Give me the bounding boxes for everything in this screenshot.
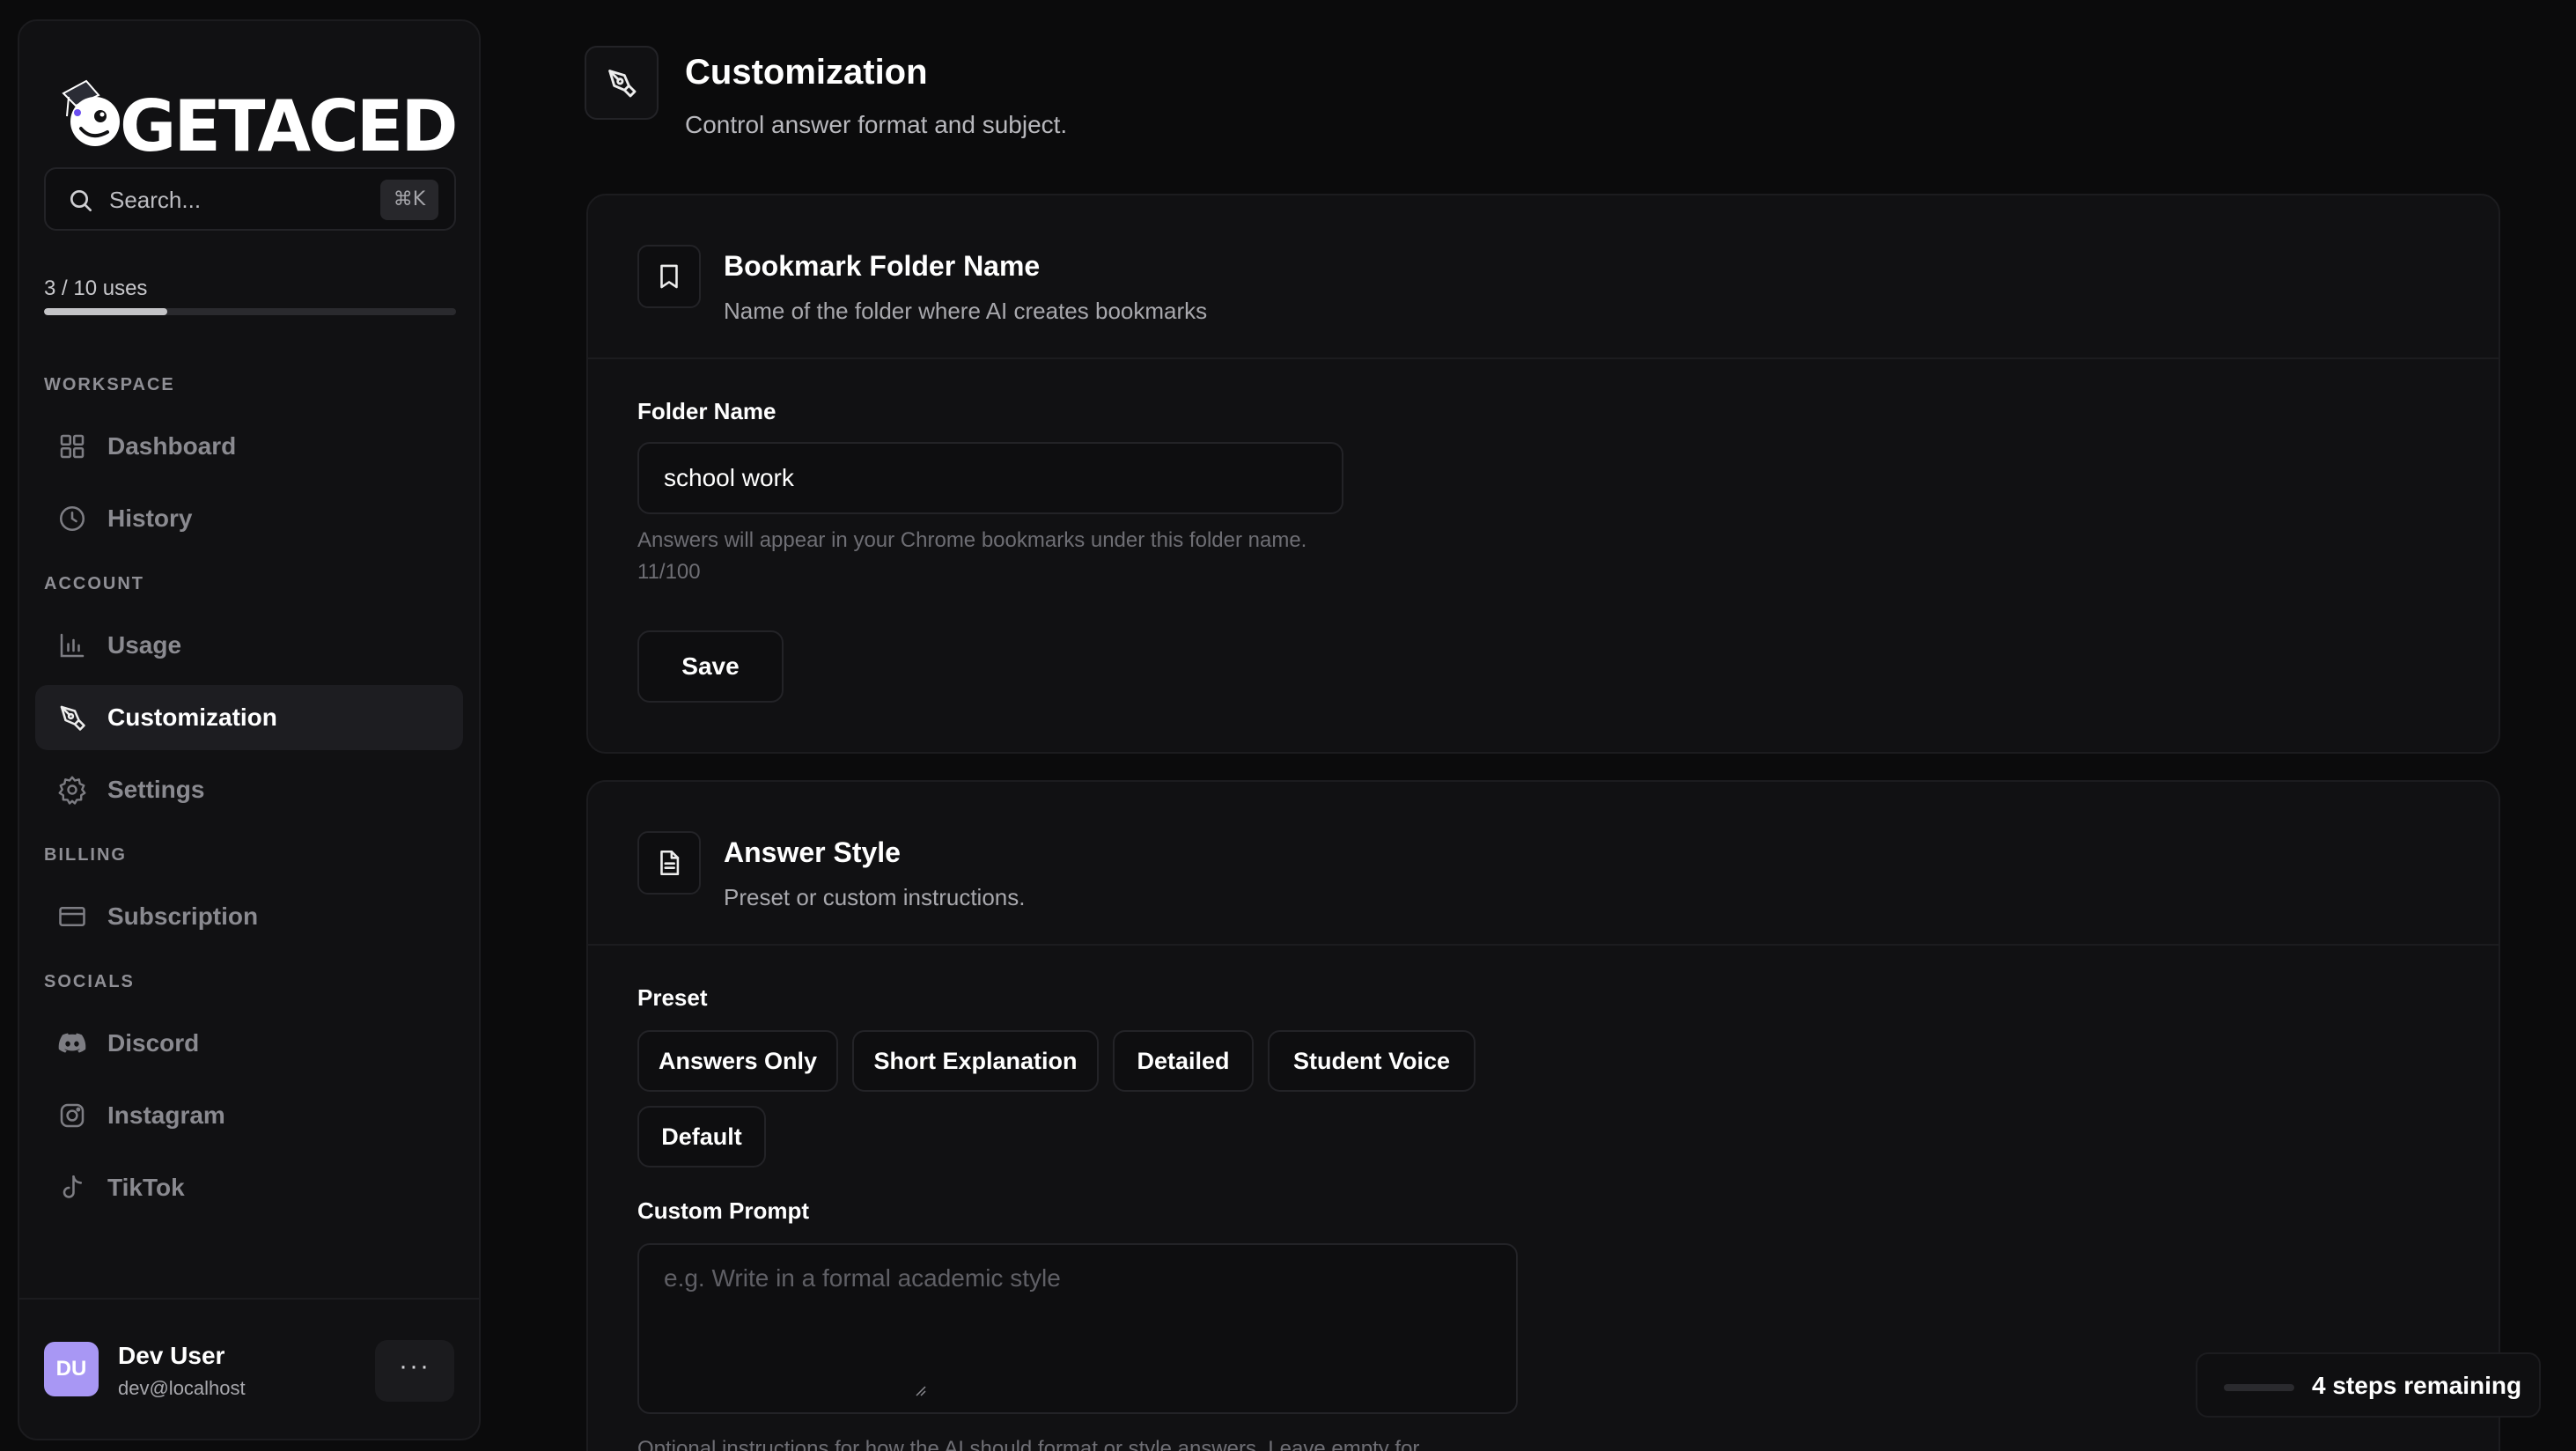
pen-tool-icon <box>608 70 637 98</box>
clock-icon <box>59 505 85 532</box>
search-shortcut-badge: ⌘K <box>380 180 438 220</box>
card-header: Bookmark Folder Name Name of the folder … <box>588 195 2499 359</box>
preset-detailed[interactable]: Detailed <box>1113 1030 1254 1092</box>
page-subtitle: Control answer format and subject. <box>685 111 1068 138</box>
folder-name-char-count: 11/100 <box>637 560 701 584</box>
card-header: Answer Style Preset or custom instructio… <box>588 782 2499 946</box>
steps-remaining-label: 4 steps remaining <box>2312 1372 2522 1399</box>
section-label-socials: SOCIALS <box>44 972 135 991</box>
card-title: Answer Style <box>724 836 901 868</box>
preset-default[interactable]: Default <box>637 1106 766 1167</box>
bar-chart-icon <box>60 633 85 658</box>
sidebar-item-discord[interactable]: Discord <box>35 1011 463 1076</box>
pen-tool-icon <box>60 705 85 731</box>
section-label-account: ACCOUNT <box>44 574 144 593</box>
preset-answers-only[interactable]: Answers Only <box>637 1030 838 1092</box>
gear-icon <box>58 776 86 805</box>
usage-count-label: 3 / 10 uses <box>44 276 148 300</box>
custom-prompt-textarea[interactable] <box>637 1243 1518 1414</box>
section-label-billing: BILLING <box>44 845 127 865</box>
sidebar-item-instagram[interactable]: Instagram <box>35 1083 463 1148</box>
sidebar-item-label: Usage <box>107 631 182 659</box>
avatar[interactable]: DU <box>44 1342 99 1396</box>
preset-student-voice[interactable]: Student Voice <box>1268 1030 1476 1092</box>
sidebar-item-settings[interactable]: Settings <box>35 757 463 822</box>
discord-icon <box>58 1033 86 1053</box>
sidebar-item-history[interactable]: History <box>35 486 463 551</box>
folder-name-input[interactable] <box>637 442 1343 514</box>
answer-style-card: Answer Style Preset or custom instructio… <box>586 780 2500 1451</box>
sidebar-item-dashboard[interactable]: Dashboard <box>35 414 463 479</box>
sidebar-item-tiktok[interactable]: TikTok <box>35 1155 463 1220</box>
search-box[interactable]: ⌘K <box>44 167 456 231</box>
sidebar-item-label: Dashboard <box>107 432 237 460</box>
sidebar-item-label: Instagram <box>107 1101 225 1129</box>
sidebar-item-label: Customization <box>107 703 277 731</box>
section-label-workspace: WORKSPACE <box>44 375 175 394</box>
sidebar-item-subscription[interactable]: Subscription <box>35 884 463 949</box>
search-icon <box>70 190 92 211</box>
onboarding-steps-pill[interactable]: 4 steps remaining <box>2196 1352 2541 1418</box>
sidebar-item-customization[interactable]: Customization <box>35 685 463 750</box>
logo[interactable]: GETACED <box>60 55 459 169</box>
card-icon-box <box>637 245 701 308</box>
logo-wordmark: GETACED <box>120 85 459 167</box>
usage-progress-fill <box>44 308 168 315</box>
onboarding-progress-bar <box>2224 1384 2294 1391</box>
sidebar-item-label: History <box>107 505 193 532</box>
user-email: dev@localhost <box>118 1377 246 1399</box>
card-title: Bookmark Folder Name <box>724 250 1041 282</box>
page-title: Customization <box>685 53 928 92</box>
user-menu-button[interactable]: ··· <box>375 1340 454 1402</box>
custom-prompt-help: Optional instructions for how the AI sho… <box>637 1437 1420 1451</box>
usage-progress-bar <box>44 308 456 315</box>
custom-prompt-label: Custom Prompt <box>637 1197 809 1224</box>
preset-short-explanation[interactable]: Short Explanation <box>852 1030 1099 1092</box>
preset-label: Preset <box>637 984 708 1011</box>
sidebar-item-label: Discord <box>107 1029 200 1057</box>
resize-handle-icon[interactable] <box>914 1384 926 1396</box>
credit-card-icon <box>59 906 85 927</box>
tiktok-icon <box>63 1175 83 1198</box>
bookmark-icon <box>660 264 678 289</box>
search-input[interactable] <box>109 178 373 222</box>
instagram-icon <box>60 1103 85 1128</box>
card-description: Name of the folder where AI creates book… <box>724 298 1208 324</box>
grid-icon <box>60 434 85 459</box>
card-icon-box <box>637 831 701 895</box>
save-button[interactable]: Save <box>637 630 784 703</box>
sidebar-item-label: TikTok <box>107 1174 185 1201</box>
sidebar-item-label: Subscription <box>107 902 259 930</box>
folder-name-label: Folder Name <box>637 398 776 424</box>
user-name: Dev User <box>118 1342 225 1369</box>
sidebar-item-label: Settings <box>107 776 205 803</box>
document-icon <box>660 850 680 876</box>
folder-name-help: Answers will appear in your Chrome bookm… <box>637 528 1307 552</box>
user-profile-footer: DU Dev User dev@localhost ··· <box>19 1298 479 1439</box>
card-description: Preset or custom instructions. <box>724 884 1026 910</box>
sidebar: GETACED ⌘K 3 / 10 uses WORKSPACE Dashboa… <box>18 19 481 1440</box>
sidebar-item-usage[interactable]: Usage <box>35 613 463 678</box>
page-header-icon <box>585 46 659 120</box>
bookmark-folder-card: Bookmark Folder Name Name of the folder … <box>586 194 2500 754</box>
